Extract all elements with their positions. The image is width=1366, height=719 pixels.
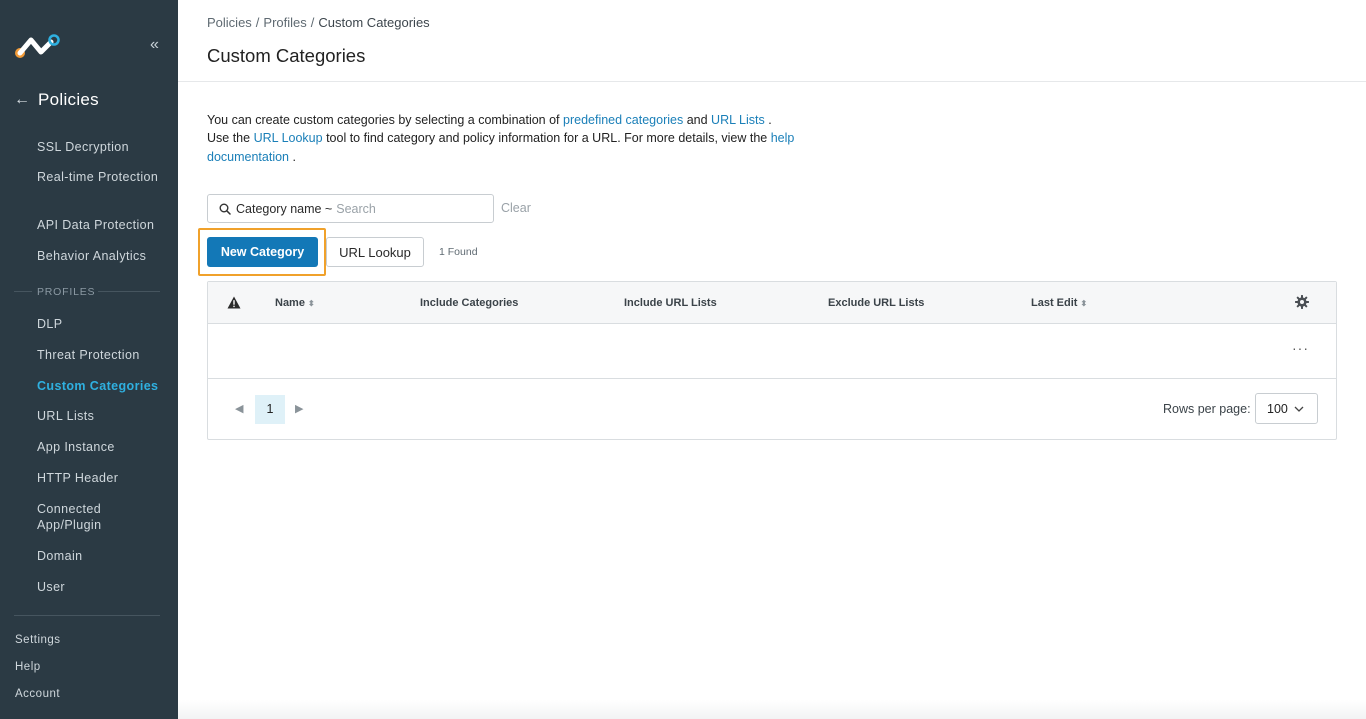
column-header-label: Last Edit [1031,297,1078,309]
profiles-section-label: PROFILES [37,286,96,298]
logo-icon [15,34,60,58]
sidebar-item-ssl-decryption[interactable]: SSL Decryption [37,139,167,155]
sidebar-item-app-instance[interactable]: App Instance [37,439,167,455]
rows-per-page-value: 100 [1267,401,1288,416]
table-header: Name ⬍ Include Categories Include URL Lis… [208,282,1336,324]
sidebar-divider [98,291,160,292]
sidebar-item-real-time-protection[interactable]: Real-time Protection [37,169,167,185]
collapse-sidebar-icon[interactable]: « [150,36,159,54]
url-lookup-link[interactable]: URL Lookup [254,131,323,145]
sidebar-item-custom-categories[interactable]: Custom Categories [37,378,167,394]
sidebar-item-dlp[interactable]: DLP [37,316,167,332]
intro-text-part: . [289,149,296,164]
table-row[interactable]: ··· [208,324,1336,379]
search-icon [219,203,231,215]
row-actions-menu-icon[interactable]: ··· [1292,340,1309,356]
gear-icon[interactable] [1295,295,1309,309]
next-page-icon[interactable]: ▶ [295,402,303,415]
categories-table: Name ⬍ Include Categories Include URL Lis… [207,281,1337,440]
chevron-down-icon [1294,406,1304,412]
sidebar-item-api-data-protection[interactable]: API Data Protection [37,217,167,233]
column-header-name[interactable]: Name ⬍ [275,297,315,309]
sidebar-item-account[interactable]: Account [15,688,60,700]
intro-text: You can create custom categories by sele… [207,111,797,166]
sidebar: « ← Policies SSL Decryption Real-time Pr… [0,0,178,719]
pagination: ◀ 1 ▶ Rows per page: 100 [208,380,1336,440]
sidebar-divider [14,615,160,616]
intro-text-part: and [683,113,712,127]
breadcrumb: Policies / Profiles / Custom Categories [207,15,430,30]
search-box[interactable]: Category name ~ [207,194,494,223]
sidebar-item-connected-app-plugin[interactable]: Connected App/Plugin [37,501,167,533]
search-input[interactable] [336,201,477,216]
breadcrumb-current: Custom Categories [318,15,430,30]
breadcrumb-separator: / [255,15,260,30]
sidebar-item-threat-protection[interactable]: Threat Protection [37,347,167,363]
back-to-policies[interactable]: ← Policies [14,90,99,110]
page-title: Custom Categories [207,45,366,66]
warning-icon [227,296,241,309]
sidebar-item-url-lists[interactable]: URL Lists [37,408,167,424]
search-field-selector[interactable]: Category name ~ [236,202,332,216]
column-header-label: Name [275,297,305,309]
back-arrow-icon: ← [14,91,30,108]
intro-text-part: You can create custom categories by sele… [207,113,563,127]
page-header: Policies / Profiles / Custom Categories … [178,0,1366,82]
column-header-last-edit[interactable]: Last Edit ⬍ [1031,297,1087,309]
sort-icon: ⬍ [307,299,315,308]
page-number[interactable]: 1 [255,395,285,424]
predefined-categories-link[interactable]: predefined categories [563,113,683,127]
bottom-edge [178,700,1366,719]
column-header-include-categories: Include Categories [420,297,519,309]
sort-icon: ⬍ [1080,299,1088,308]
rows-per-page-label: Rows per page: [1163,402,1251,416]
sidebar-divider [14,291,32,292]
sidebar-item-user[interactable]: User [37,579,167,595]
rows-per-page-select[interactable]: 100 [1255,393,1318,424]
url-lookup-button[interactable]: URL Lookup [326,237,424,267]
sidebar-item-domain[interactable]: Domain [37,548,167,564]
sidebar-item-settings[interactable]: Settings [15,634,61,646]
clear-search-link[interactable]: Clear [501,201,531,215]
sidebar-item-http-header[interactable]: HTTP Header [37,470,167,486]
previous-page-icon[interactable]: ◀ [235,402,243,415]
intro-text-part: tool to find category and policy informa… [322,131,771,146]
sidebar-item-help[interactable]: Help [15,661,41,673]
sidebar-item-behavior-analytics[interactable]: Behavior Analytics [37,248,167,264]
breadcrumb-separator: / [310,15,315,30]
url-lists-link[interactable]: URL Lists [711,113,765,127]
column-header-exclude-url-lists: Exclude URL Lists [828,297,925,309]
results-count: 1 Found [439,246,478,258]
new-category-button[interactable]: New Category [207,237,318,267]
sidebar-title: Policies [38,90,99,109]
column-header-include-url-lists: Include URL Lists [624,297,717,309]
breadcrumb-profiles[interactable]: Profiles [263,15,306,30]
breadcrumb-policies[interactable]: Policies [207,15,252,30]
